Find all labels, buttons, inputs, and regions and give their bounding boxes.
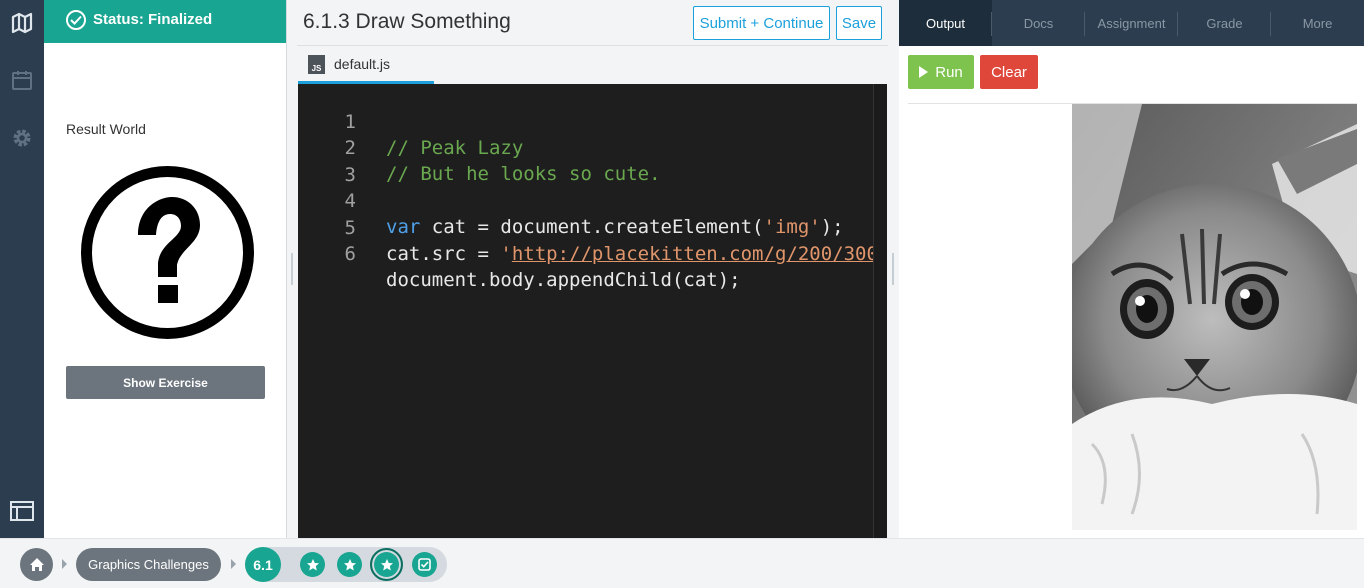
js-file-icon: JS bbox=[308, 54, 325, 74]
code-string: 'img' bbox=[763, 216, 821, 238]
home-icon bbox=[29, 558, 44, 571]
result-label: Result World bbox=[66, 121, 146, 137]
code-url[interactable]: http://placekitten.com/g/200/300 bbox=[512, 243, 878, 265]
lesson-progress: 6.1 bbox=[245, 547, 447, 582]
status-panel: Status: Finalized Result World Show Exer… bbox=[44, 0, 287, 538]
check-circle-icon bbox=[66, 10, 86, 30]
tab-assignment[interactable]: Assignment bbox=[1085, 0, 1178, 46]
code-text: document.body.appendChild(cat); bbox=[386, 269, 741, 291]
kitten-image bbox=[1072, 104, 1357, 530]
home-button[interactable] bbox=[20, 548, 53, 581]
show-exercise-button[interactable]: Show Exercise bbox=[66, 366, 265, 399]
map-icon[interactable] bbox=[10, 11, 34, 35]
file-tab-default-js[interactable]: JS default.js bbox=[298, 47, 434, 84]
question-mark-icon bbox=[81, 166, 254, 339]
save-button[interactable]: Save bbox=[836, 6, 882, 40]
icon-rail bbox=[0, 0, 44, 538]
line-number: 6 bbox=[344, 243, 356, 265]
run-label: Run bbox=[935, 63, 963, 81]
code-line: 5 cat.src = 'http://placekitten.com/g/20… bbox=[298, 189, 878, 265]
submit-continue-button[interactable]: Submit + Continue bbox=[693, 6, 830, 40]
tab-grade[interactable]: Grade bbox=[1178, 0, 1271, 46]
status-bar: Status: Finalized bbox=[44, 0, 286, 43]
chevron-right-icon bbox=[231, 559, 236, 569]
code-text: // But he looks so cute. bbox=[386, 163, 661, 185]
file-tab-label: default.js bbox=[334, 56, 391, 72]
tab-label: Output bbox=[925, 15, 966, 31]
breadcrumb: Graphics Challenges 6.1 bbox=[0, 538, 1364, 588]
gear-icon[interactable] bbox=[10, 126, 34, 150]
code-line: 3 bbox=[298, 136, 367, 186]
exercise-title: 6.1.3 Draw Something bbox=[303, 10, 511, 33]
code-text: var cat = document.createElement('img'); bbox=[386, 214, 844, 240]
code-text: cat.src = 'http://placekitten.com/g/200/… bbox=[386, 241, 878, 267]
panel-splitter-right[interactable] bbox=[888, 0, 899, 538]
breadcrumb-graphics-challenges[interactable]: Graphics Challenges bbox=[76, 548, 221, 581]
code-editor[interactable]: 1 // Peak Lazy 2 // But he looks so cute… bbox=[298, 84, 887, 538]
code-line: 6 document.body.appendChild(cat); bbox=[298, 215, 741, 291]
status-text: Status: Finalized bbox=[93, 11, 213, 28]
star-icon[interactable] bbox=[300, 552, 325, 577]
star-icon-current[interactable] bbox=[370, 548, 403, 581]
clear-button[interactable]: Clear bbox=[980, 55, 1038, 89]
play-icon bbox=[919, 66, 929, 78]
output-tabs: Output Docs Assignment Grade More bbox=[899, 0, 1364, 46]
code-plain: cat.src = bbox=[386, 243, 501, 265]
code-line: 2 // But he looks so cute. bbox=[298, 109, 661, 185]
tab-label: Grade bbox=[1206, 15, 1243, 31]
output-panel: Output Docs Assignment Grade More Run Cl… bbox=[899, 0, 1364, 538]
quiz-check-icon[interactable] bbox=[412, 552, 437, 577]
code-line: 4 var cat = document.createElement('img'… bbox=[298, 162, 844, 238]
editor-header: 6.1.3 Draw Something Submit + Continue S… bbox=[297, 0, 888, 46]
tab-label: Assignment bbox=[1097, 15, 1166, 31]
code-line: 1 // Peak Lazy bbox=[298, 84, 524, 159]
lesson-number-badge[interactable]: 6.1 bbox=[245, 547, 281, 582]
tab-label: More bbox=[1302, 15, 1333, 31]
run-button[interactable]: Run bbox=[908, 55, 974, 89]
code-plain: cat = document.createElement( bbox=[420, 216, 764, 238]
tab-label: Docs bbox=[1023, 15, 1054, 31]
panel-splitter-left[interactable] bbox=[287, 0, 297, 538]
editor-panel: 6.1.3 Draw Something Submit + Continue S… bbox=[297, 0, 888, 538]
tab-output[interactable]: Output bbox=[899, 0, 992, 46]
chevron-right-icon bbox=[62, 559, 67, 569]
editor-scrollbar[interactable] bbox=[873, 84, 887, 538]
layout-icon[interactable] bbox=[10, 499, 34, 523]
code-keyword: var bbox=[386, 216, 421, 238]
code-string: ' bbox=[500, 243, 512, 265]
star-icon[interactable] bbox=[337, 552, 362, 577]
calendar-icon[interactable] bbox=[10, 68, 34, 92]
tab-docs[interactable]: Docs bbox=[992, 0, 1085, 46]
code-text: // Peak Lazy bbox=[386, 137, 524, 159]
code-plain: ); bbox=[820, 216, 844, 238]
tab-more[interactable]: More bbox=[1271, 0, 1364, 46]
